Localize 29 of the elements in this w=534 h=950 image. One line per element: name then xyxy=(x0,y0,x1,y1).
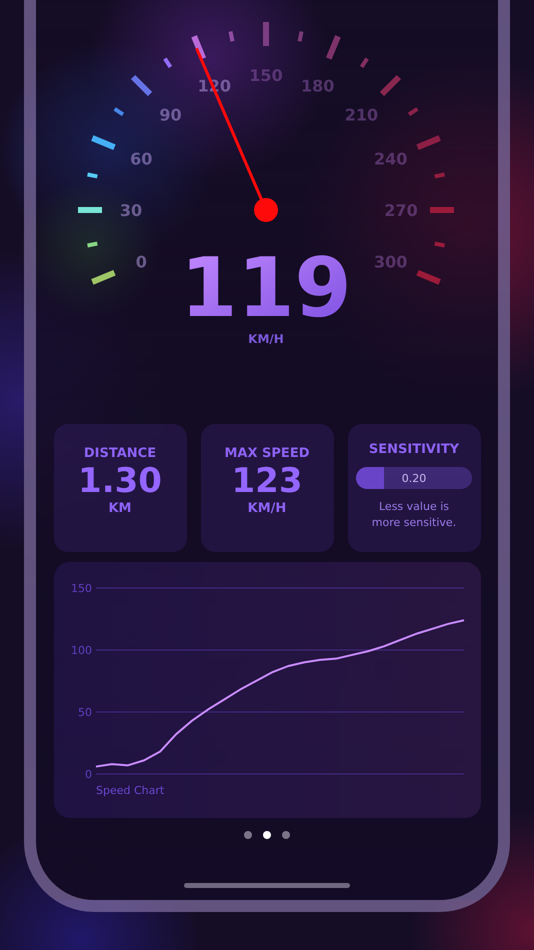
scale-label: 30 xyxy=(120,201,142,220)
page-dot[interactable] xyxy=(282,831,290,839)
stat-title: SENSITIVITY xyxy=(368,442,460,457)
sensitivity-hint: Less value is more sensitive. xyxy=(370,499,458,531)
scale-label: 240 xyxy=(374,149,408,168)
scale-label: 0 xyxy=(136,252,147,272)
unit-label: KM/H xyxy=(248,332,284,346)
scale-label: 150 xyxy=(249,66,283,85)
scale-label: 90 xyxy=(159,106,182,125)
scale-label: 60 xyxy=(130,149,152,168)
scale-label: 210 xyxy=(344,106,378,125)
chart-title: Speed Chart xyxy=(96,784,164,797)
stat-title: DISTANCE xyxy=(84,446,156,461)
axis-tick-label: 100 xyxy=(70,644,92,657)
axis-tick-label: 0 xyxy=(84,768,92,781)
axis-tick-label: 150 xyxy=(70,582,92,595)
page-dot[interactable] xyxy=(263,831,271,839)
stat-unit: KM xyxy=(108,501,132,516)
stat-value: 1.30 xyxy=(78,461,162,501)
page-dot[interactable] xyxy=(244,831,252,839)
scale-label: 270 xyxy=(384,201,418,220)
scale-label: 300 xyxy=(374,252,408,272)
scale-label: 180 xyxy=(300,76,334,96)
slider-value: 0.20 xyxy=(402,472,426,484)
stat-title: MAX SPEED xyxy=(224,446,310,461)
axis-tick-label: 50 xyxy=(78,706,92,719)
sensitivity-slider[interactable]: 0.20 xyxy=(356,467,472,489)
stat-value: 123 xyxy=(232,461,302,501)
stat-unit: KM/H xyxy=(248,501,286,516)
